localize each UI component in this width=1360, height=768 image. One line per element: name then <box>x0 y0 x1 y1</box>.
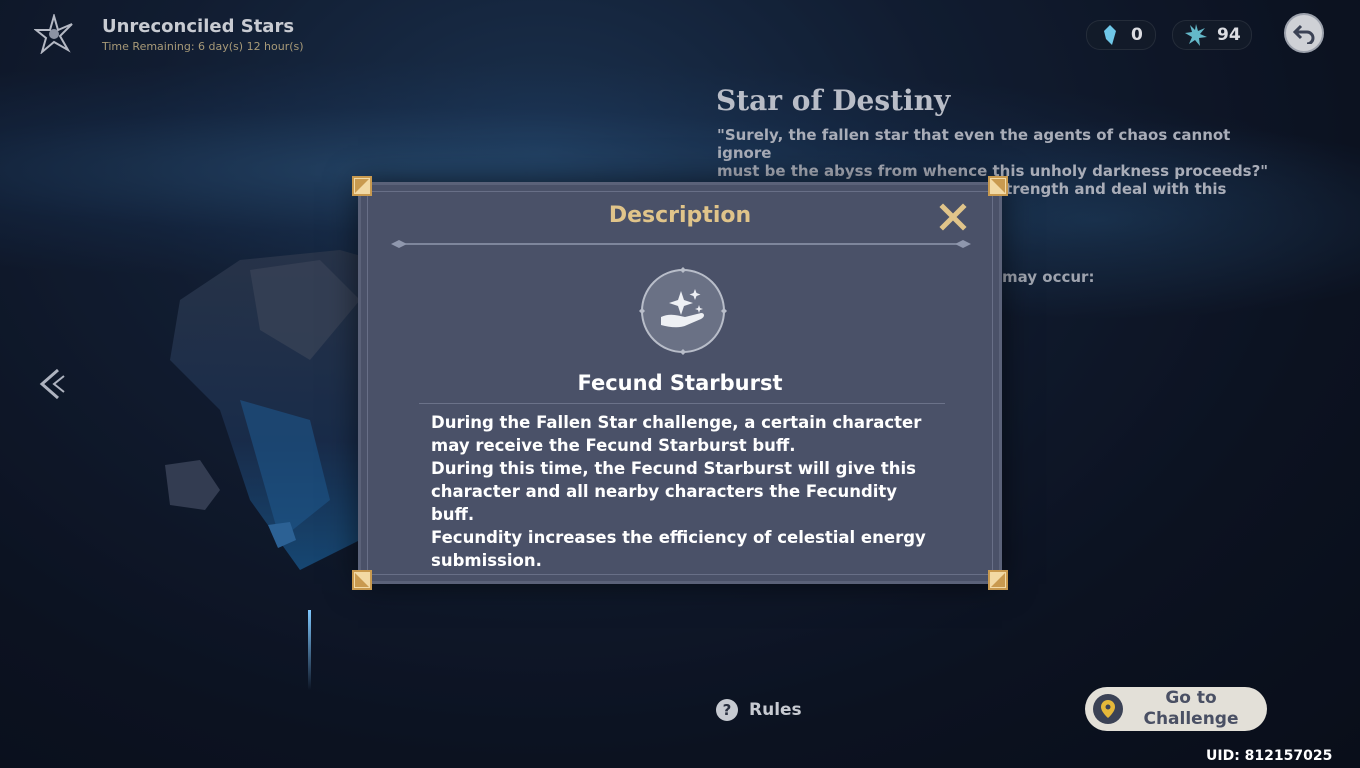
go-label-line: Go to <box>1165 688 1217 708</box>
buff-name: Fecund Starburst <box>577 371 783 395</box>
close-icon[interactable] <box>939 203 967 231</box>
currency-starburst: 94 <box>1172 20 1252 50</box>
buff-description: During the Fallen Star challenge, a cert… <box>431 411 941 572</box>
description-paragraph: Fecundity increases the efficiency of ce… <box>431 528 926 570</box>
corner-ornament-icon <box>352 570 372 590</box>
dialog-title: Description <box>608 203 752 228</box>
go-to-challenge-label: Go to Challenge <box>1131 688 1251 730</box>
question-icon: ? <box>716 699 738 721</box>
light-beam <box>308 610 311 690</box>
location-pin-icon <box>1093 694 1123 724</box>
info-partial-text: may occur: <box>1002 268 1095 286</box>
buff-name-divider <box>419 403 945 404</box>
rules-label: Rules <box>749 700 802 720</box>
go-to-challenge-button[interactable]: Go to Challenge <box>1085 687 1267 731</box>
currency-crystal: 0 <box>1086 20 1156 50</box>
title-divider <box>391 240 971 248</box>
return-arrow-icon <box>1293 24 1315 44</box>
previous-arrow-icon[interactable] <box>38 368 68 400</box>
corner-ornament-icon <box>988 570 1008 590</box>
corner-ornament-icon <box>988 176 1008 196</box>
currency-crystal-value: 0 <box>1131 25 1143 45</box>
description-dialog: Description Fecund Starburst During the … <box>352 176 1008 590</box>
uid-label: UID: 812157025 <box>1206 748 1333 764</box>
description-paragraph: During this time, the Fecund Starburst w… <box>431 459 916 524</box>
event-title: Unreconciled Stars <box>102 16 295 37</box>
rules-button[interactable]: ? Rules <box>716 699 802 721</box>
info-title: Star of Destiny <box>716 84 951 117</box>
info-quote-line: "Surely, the fallen star that even the a… <box>717 126 1231 162</box>
description-paragraph: During the Fallen Star challenge, a cert… <box>431 413 922 455</box>
fecund-starburst-icon <box>639 267 727 355</box>
time-remaining: Time Remaining: 6 day(s) 12 hour(s) <box>102 40 304 53</box>
event-emblem-icon <box>34 14 73 54</box>
crystal-shard-icon <box>1099 24 1121 46</box>
currency-starburst-value: 94 <box>1217 25 1241 45</box>
star-burst-icon <box>1185 24 1207 46</box>
back-button[interactable] <box>1284 13 1324 53</box>
go-label-line: Challenge <box>1143 709 1239 729</box>
corner-ornament-icon <box>352 176 372 196</box>
